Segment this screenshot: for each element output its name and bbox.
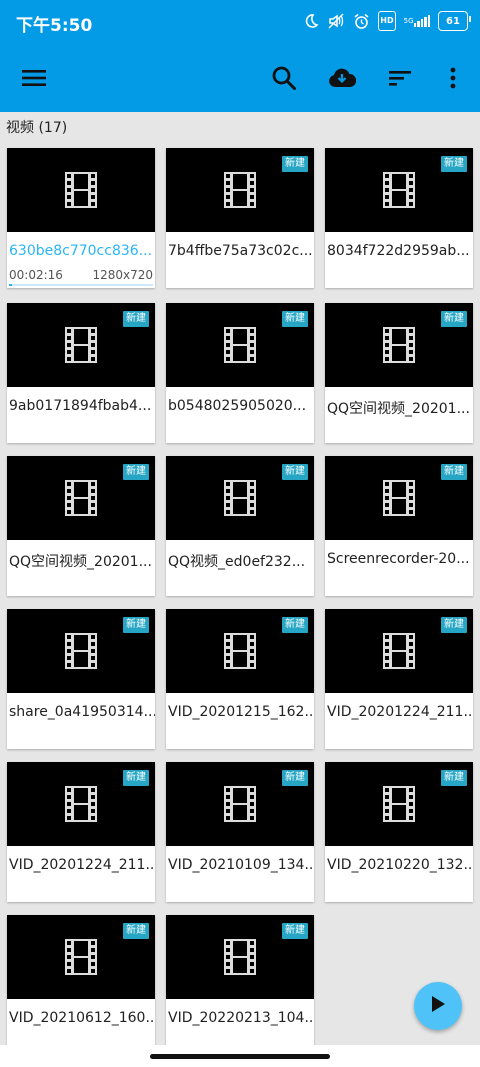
video-thumbnail: 新建 — [7, 303, 155, 387]
new-badge: 新建 — [282, 464, 308, 480]
video-card[interactable]: 新建 VID_20210612_160... — [7, 915, 155, 1055]
video-thumbnail: 新建 — [7, 915, 155, 999]
film-icon — [383, 633, 415, 669]
navigation-bar — [0, 1045, 480, 1067]
film-icon — [224, 480, 256, 516]
new-badge: 新建 — [441, 156, 467, 172]
video-title: QQ视频_ed0ef232... — [168, 554, 306, 570]
video-thumbnail: 新建 — [166, 762, 314, 846]
new-badge: 新建 — [441, 311, 467, 327]
new-badge: 新建 — [123, 923, 149, 939]
video-thumbnail: 新建 — [325, 456, 473, 540]
new-badge: 新建 — [441, 617, 467, 633]
video-thumbnail: 新建 — [166, 456, 314, 540]
video-title: 9ab0171894fbab4... — [9, 398, 152, 414]
film-icon — [383, 327, 415, 363]
film-icon — [65, 327, 97, 363]
video-card[interactable]: 新建 share_0a41950314... — [7, 609, 155, 749]
new-badge: 新建 — [123, 770, 149, 786]
video-thumbnail: 新建 — [325, 609, 473, 693]
video-thumbnail: 新建 — [166, 915, 314, 999]
video-thumbnail: 新建 — [325, 148, 473, 232]
film-icon — [224, 939, 256, 975]
video-grid: 630be8c770cc836... 00:02:16 1280x720 新建 7b4f… — [0, 0, 480, 1067]
video-title: VID_20220213_104... — [168, 1010, 314, 1026]
film-icon — [65, 633, 97, 669]
video-title: 8034f722d2959ab... — [327, 243, 470, 259]
video-card[interactable]: 新建 QQ空间视频_20201... — [7, 456, 155, 596]
new-badge: 新建 — [123, 617, 149, 633]
video-title: VID_20201224_211... — [327, 704, 473, 720]
film-icon — [65, 939, 97, 975]
video-thumbnail: 新建 — [325, 303, 473, 387]
video-card[interactable]: 630be8c770cc836... 00:02:16 1280x720 — [7, 148, 155, 288]
new-badge: 新建 — [441, 770, 467, 786]
film-icon — [383, 480, 415, 516]
new-badge: 新建 — [282, 311, 308, 327]
video-card[interactable]: 新建 VID_20201224_211... — [7, 762, 155, 902]
new-badge: 新建 — [282, 923, 308, 939]
play-icon — [430, 995, 446, 1017]
video-card[interactable]: 新建 QQ空间视频_20201... — [325, 303, 473, 443]
video-title: VID_20201215_162... — [168, 704, 314, 720]
video-card[interactable]: 新建 9ab0171894fbab4... — [7, 303, 155, 443]
new-badge: 新建 — [123, 311, 149, 327]
video-thumbnail: 新建 — [325, 762, 473, 846]
film-icon — [224, 786, 256, 822]
video-title: 7b4ffbe75a73c02c... — [168, 243, 313, 259]
video-title: share_0a41950314... — [9, 704, 155, 720]
film-icon — [65, 480, 97, 516]
video-title: VID_20210109_134... — [168, 857, 314, 873]
video-thumbnail: 新建 — [7, 762, 155, 846]
video-resolution: 1280x720 — [92, 268, 153, 282]
video-title: VID_20210220_132... — [327, 857, 473, 873]
video-title: Screenrecorder-20... — [327, 551, 470, 567]
video-card[interactable]: 新建 VID_20210220_132... — [325, 762, 473, 902]
video-card[interactable]: 新建 VID_20201215_162... — [166, 609, 314, 749]
new-badge: 新建 — [282, 617, 308, 633]
video-title: QQ空间视频_20201... — [9, 554, 152, 570]
video-thumbnail: 新建 — [166, 148, 314, 232]
video-thumbnail: 新建 — [166, 303, 314, 387]
video-card[interactable]: 新建 b0548025905020... — [166, 303, 314, 443]
video-duration: 00:02:16 — [9, 268, 63, 282]
video-card[interactable]: 新建 Screenrecorder-20... — [325, 456, 473, 596]
video-thumbnail: 新建 — [7, 609, 155, 693]
video-card[interactable]: 新建 VID_20220213_104... — [166, 915, 314, 1055]
film-icon — [224, 327, 256, 363]
film-icon — [65, 786, 97, 822]
video-card[interactable]: 新建 VID_20201224_211... — [325, 609, 473, 749]
film-icon — [383, 172, 415, 208]
playback-progress — [9, 284, 153, 286]
video-thumbnail: 新建 — [166, 609, 314, 693]
new-badge: 新建 — [441, 464, 467, 480]
film-icon — [383, 786, 415, 822]
video-thumbnail: 新建 — [7, 456, 155, 540]
video-card[interactable]: 新建 VID_20210109_134... — [166, 762, 314, 902]
video-title: b0548025905020... — [168, 398, 307, 414]
new-badge: 新建 — [123, 464, 149, 480]
video-card[interactable]: 新建 7b4ffbe75a73c02c... — [166, 148, 314, 288]
video-title: 630be8c770cc836... — [9, 243, 153, 259]
video-thumbnail — [7, 148, 155, 232]
video-card[interactable]: 新建 8034f722d2959ab... — [325, 148, 473, 288]
film-icon — [65, 172, 97, 208]
video-title: VID_20201224_211... — [9, 857, 155, 873]
play-button[interactable] — [414, 982, 462, 1030]
video-title: VID_20210612_160... — [9, 1010, 155, 1026]
new-badge: 新建 — [282, 770, 308, 786]
home-handle[interactable] — [150, 1054, 330, 1059]
video-card[interactable]: 新建 QQ视频_ed0ef232... — [166, 456, 314, 596]
new-badge: 新建 — [282, 156, 308, 172]
film-icon — [224, 633, 256, 669]
video-title: QQ空间视频_20201... — [327, 401, 470, 417]
film-icon — [224, 172, 256, 208]
